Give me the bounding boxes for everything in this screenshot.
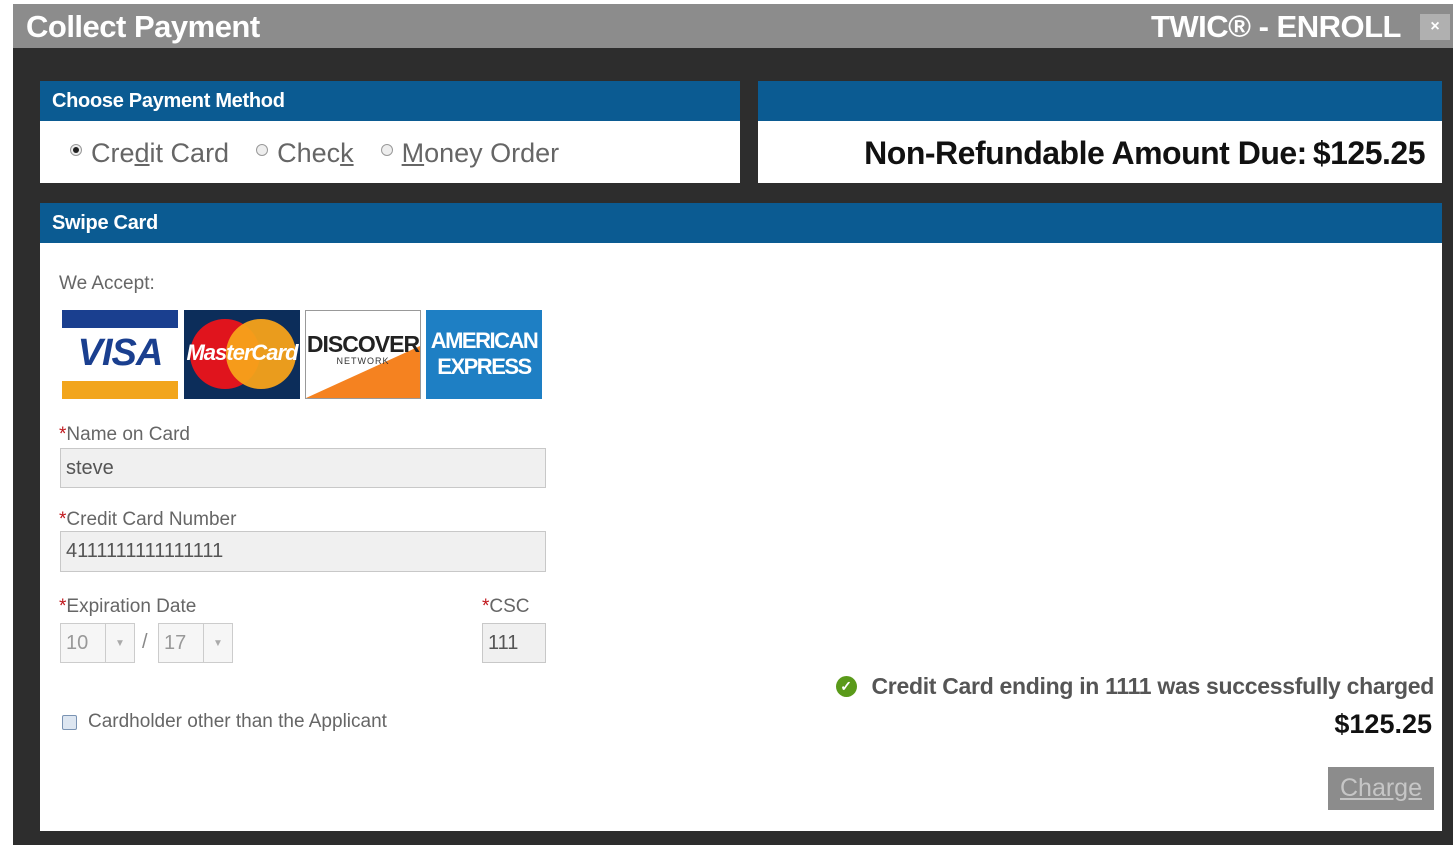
- swipe-card-header: Swipe Card: [40, 203, 1442, 243]
- cardholder-other-label: Cardholder other than the Applicant: [88, 711, 387, 732]
- amount-due-panel: Non-Refundable Amount Due: $125.25: [758, 81, 1442, 183]
- exp-year-value: 17: [164, 631, 187, 654]
- amount-due-label: Non-Refundable Amount Due:: [864, 135, 1307, 171]
- swipe-card-panel: Swipe Card We Accept: VISA MasterCard DI…: [40, 203, 1442, 831]
- amount-due: Non-Refundable Amount Due: $125.25: [858, 135, 1425, 172]
- chevron-down-icon[interactable]: ▼: [203, 624, 232, 662]
- payment-method-options: Credit Card Check Money Order: [70, 135, 586, 171]
- expiration-date-label: *Expiration Date: [59, 596, 197, 617]
- we-accept-label: We Accept:: [59, 273, 155, 294]
- radio-credit-card-dot[interactable]: [70, 144, 82, 156]
- radio-money-order-dot[interactable]: [380, 144, 393, 156]
- dialog-title: Collect Payment: [26, 9, 260, 44]
- discover-logo: DISCOVER NETWORK: [305, 310, 421, 399]
- name-on-card-label: *Name on Card: [59, 424, 190, 445]
- app-name: TWIC® - ENROLL: [1150, 9, 1402, 44]
- radio-credit-card[interactable]: Credit Card: [70, 138, 229, 169]
- amount-panel-header: [758, 81, 1442, 121]
- radio-money-order[interactable]: Money Order: [380, 137, 560, 169]
- charge-success-message: ✓ Credit Card ending in 1111 was success…: [835, 673, 1435, 700]
- csc-label: *CSC: [482, 596, 530, 617]
- payment-method-header: Choose Payment Method: [40, 81, 740, 121]
- card-number-input[interactable]: 4111111111111111: [60, 531, 546, 572]
- radio-check[interactable]: Check: [256, 138, 354, 169]
- radio-credit-card-label: Credit Card: [91, 137, 230, 168]
- csc-input[interactable]: 111: [482, 623, 546, 663]
- amount-due-value: $125.25: [1312, 135, 1426, 171]
- card-number-label: *Credit Card Number: [59, 509, 237, 530]
- charged-amount: $125.25: [1334, 709, 1432, 739]
- close-icon[interactable]: ×: [1420, 14, 1450, 40]
- radio-check-dot[interactable]: [256, 144, 269, 156]
- cardholder-other-checkbox[interactable]: [62, 714, 77, 730]
- exp-month-select[interactable]: 10 ▼: [60, 623, 135, 663]
- check-circle-icon: ✓: [835, 676, 857, 697]
- exp-month-value: 10: [66, 631, 89, 654]
- exp-separator: /: [142, 631, 148, 653]
- amex-logo: AMERICAN EXPRESS: [426, 310, 542, 399]
- payment-method-panel: Choose Payment Method Credit Card Check …: [40, 81, 740, 183]
- charge-button[interactable]: Charge: [1328, 767, 1434, 810]
- charge-success-text: Credit Card ending in 1111 was successfu…: [871, 673, 1435, 699]
- radio-money-order-label: Money Order: [401, 137, 560, 168]
- name-on-card-input[interactable]: steve: [60, 448, 546, 488]
- chevron-down-icon[interactable]: ▼: [105, 624, 134, 662]
- mastercard-logo: MasterCard: [184, 310, 300, 399]
- exp-year-select[interactable]: 17 ▼: [158, 623, 233, 663]
- collect-payment-dialog: Collect Payment TWIC® - ENROLL × Choose …: [13, 4, 1453, 845]
- cardholder-other-row[interactable]: Cardholder other than the Applicant: [62, 711, 387, 733]
- title-bar: Collect Payment TWIC® - ENROLL ×: [13, 4, 1453, 48]
- radio-check-label: Check: [277, 137, 354, 168]
- visa-logo: VISA: [62, 310, 178, 399]
